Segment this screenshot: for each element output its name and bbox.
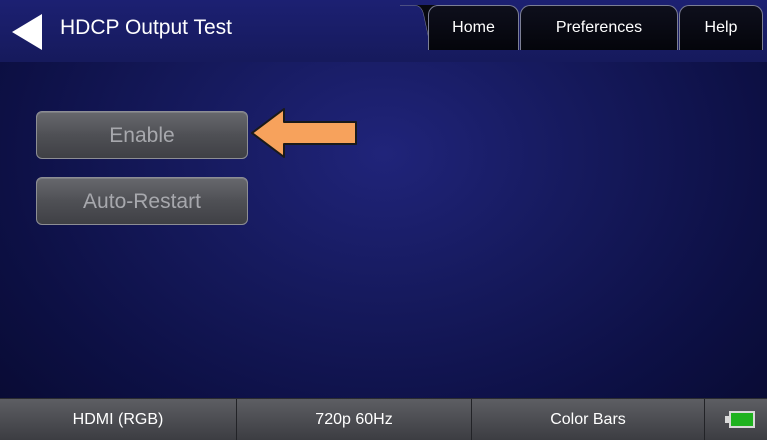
- status-bar: HDMI (RGB) 720p 60Hz Color Bars: [0, 398, 767, 440]
- tab-help[interactable]: Help: [679, 5, 763, 50]
- battery-icon: [725, 411, 755, 428]
- page-title: HDCP Output Test: [60, 16, 232, 39]
- status-battery: [705, 399, 767, 440]
- back-arrow-icon[interactable]: [10, 12, 44, 52]
- tab-home[interactable]: Home: [428, 5, 519, 50]
- title-bar: HDCP Output Test Home Preferences Help: [0, 0, 767, 62]
- tab-preferences[interactable]: Preferences: [520, 5, 678, 50]
- status-signal-format[interactable]: HDMI (RGB): [0, 399, 237, 440]
- arrow-left-icon: [251, 108, 357, 158]
- screen: HDCP Output Test Home Preferences Help E…: [0, 0, 767, 440]
- status-test-image[interactable]: Color Bars: [472, 399, 705, 440]
- enable-button[interactable]: Enable: [36, 111, 248, 159]
- auto-restart-button[interactable]: Auto-Restart: [36, 177, 248, 225]
- status-video-timing[interactable]: 720p 60Hz: [237, 399, 472, 440]
